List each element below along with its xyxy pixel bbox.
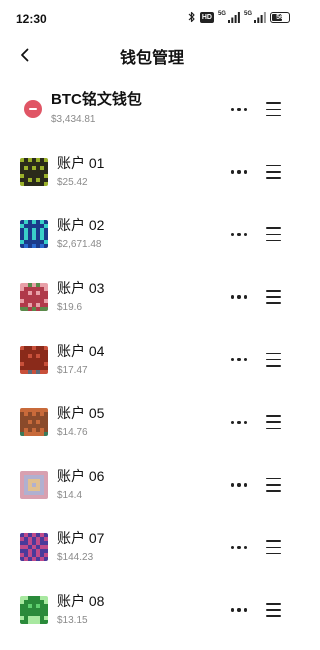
more-options-button[interactable] [229,224,249,244]
drag-handle-icon[interactable] [266,227,281,242]
wallet-name: 账户 07 [57,530,105,547]
more-options-button[interactable] [229,537,249,557]
wallet-balance: $14.4 [57,489,83,501]
pixel-avatar-icon [20,533,48,562]
wallet-balance: $3,434.81 [51,114,96,126]
wallet-name: 账户 03 [57,280,105,297]
avatar [20,220,48,249]
back-button[interactable] [14,44,36,66]
wallet-row-04[interactable]: 账户 04 $17.47 [0,328,304,391]
more-options-button[interactable] [229,412,249,432]
avatar [20,283,48,312]
pixel-avatar-icon [20,283,48,312]
status-icons: HD 5G 5G 56 [188,11,290,23]
pixel-avatar-icon [20,345,48,374]
pixel-avatar-icon [20,470,48,499]
battery-icon: 56 [270,11,290,23]
wallet-row-02[interactable]: 账户 02 $2,671.48 [0,203,304,266]
status-time: 12:30 [16,12,47,26]
wallet-balance: $2,671.48 [57,239,102,251]
drag-handle-icon[interactable] [266,352,281,367]
wallet-name: 账户 06 [57,467,105,484]
wallet-name: 账户 01 [57,154,105,171]
avatar [20,533,48,562]
battery-level: 56 [276,13,284,21]
remove-icon[interactable] [24,100,42,119]
wallet-name: BTC铭文钱包 [51,91,142,109]
more-options-button[interactable] [229,600,249,620]
signal-icon [227,11,240,23]
page-title: 钱包管理 [119,50,184,67]
wallet-row-01[interactable]: 账户 01 $25.42 [0,141,304,204]
wallet-row-05[interactable]: 账户 05 $14.76 [0,391,304,454]
drag-handle-icon[interactable] [266,477,281,492]
more-options-button[interactable] [229,162,249,182]
wallet-list: BTC铭文钱包 $3,434.81 账户 01 $25.42 账户 02 $2,… [0,78,304,641]
more-options-button[interactable] [229,99,249,119]
pixel-avatar-icon [20,157,48,186]
hd-icon: HD [199,11,214,23]
signal-icon [254,11,266,23]
drag-handle-icon[interactable] [266,603,281,618]
pixel-avatar-icon [20,220,48,249]
drag-handle-icon[interactable] [266,102,281,117]
wallet-balance: $144.23 [57,552,94,564]
more-options-button[interactable] [229,475,249,495]
avatar [20,470,48,499]
avatar [20,596,48,625]
wallet-name: 账户 08 [57,593,105,610]
bluetooth-icon [188,11,195,23]
drag-handle-icon[interactable] [266,164,281,179]
wallet-row-06[interactable]: 账户 06 $14.4 [0,454,304,517]
more-options-button[interactable] [229,287,249,307]
chevron-left-icon [21,48,29,62]
status-bar: 12:30 HD 5G 5G 56 [0,0,304,38]
wallet-name: 账户 04 [57,342,105,359]
network-label: 5G [217,11,226,17]
wallet-balance: $25.42 [57,176,88,188]
wallet-balance: $19.6 [57,302,83,314]
drag-handle-icon[interactable] [266,540,281,555]
more-options-button[interactable] [229,350,249,370]
network-label: 5G [243,11,252,17]
avatar [20,408,48,437]
avatar [20,345,48,374]
drag-handle-icon[interactable] [266,290,281,305]
wallet-row-08[interactable]: 账户 08 $13.15 [0,579,304,642]
wallet-name: 账户 02 [57,217,105,234]
wallet-name: 账户 05 [57,405,105,422]
avatar [20,157,48,186]
wallet-balance: $14.76 [57,427,88,439]
wallet-row-btc[interactable]: BTC铭文钱包 $3,434.81 [0,78,304,141]
drag-handle-icon[interactable] [266,415,281,430]
header: 钱包管理 [0,38,304,70]
pixel-avatar-icon [20,408,48,437]
wallet-balance: $17.47 [57,364,88,376]
wallet-row-03[interactable]: 账户 03 $19.6 [0,266,304,329]
pixel-avatar-icon [20,596,48,625]
wallet-row-07[interactable]: 账户 07 $144.23 [0,516,304,579]
wallet-balance: $13.15 [57,615,88,627]
